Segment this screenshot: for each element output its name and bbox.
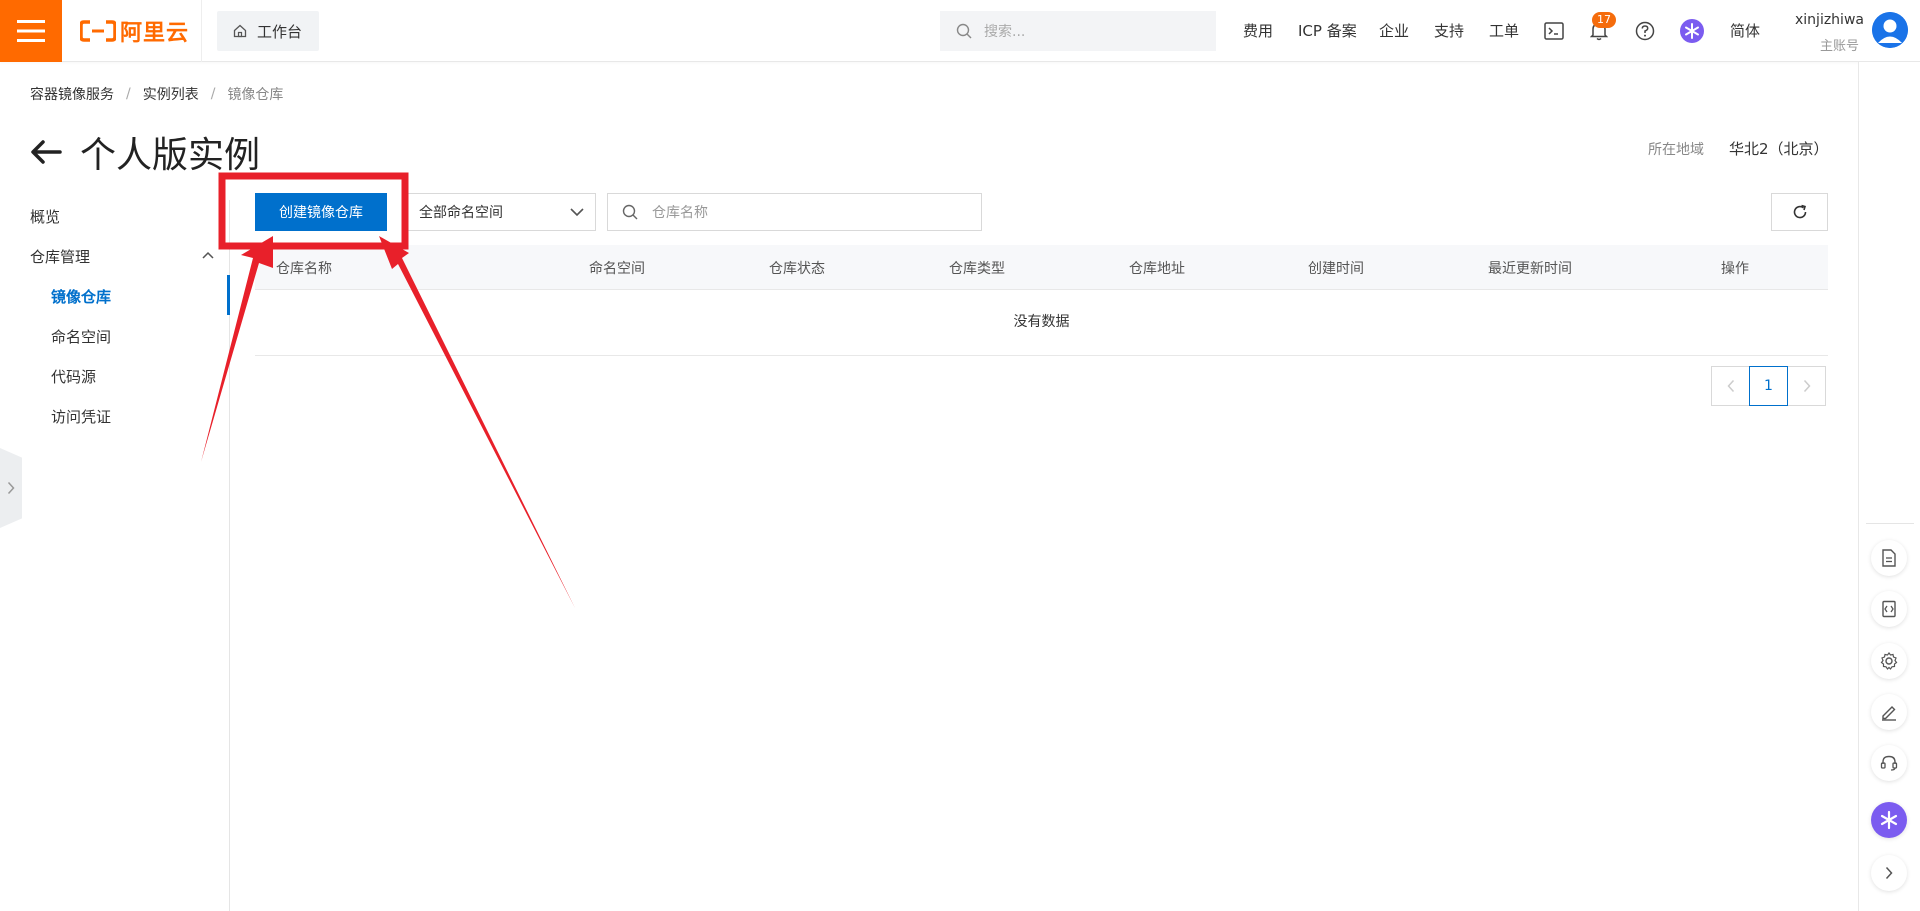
column-header-created-time: 创建时间 bbox=[1308, 261, 1364, 277]
ai-assistant-icon bbox=[1680, 19, 1704, 43]
sidebar-group-repo-management[interactable]: 仓库管理 bbox=[30, 246, 90, 267]
table-empty-state: 没有数据 bbox=[255, 290, 1828, 356]
chevron-left-icon bbox=[1726, 379, 1734, 393]
page-title: 个人版实例 bbox=[80, 135, 261, 176]
dock-collapse-button[interactable] bbox=[1871, 855, 1907, 891]
column-header-repo-type: 仓库类型 bbox=[949, 261, 1005, 277]
home-icon bbox=[233, 24, 247, 38]
breadcrumb-item-instance-list[interactable]: 实例列表 bbox=[143, 84, 199, 104]
repo-search-placeholder: 仓库名称 bbox=[652, 205, 708, 221]
aliyun-logo-icon bbox=[80, 20, 116, 42]
page-title-area: 个人版实例 bbox=[30, 126, 260, 178]
notification-count-badge: 17 bbox=[1592, 12, 1616, 28]
column-header-repo-status: 仓库状态 bbox=[769, 261, 825, 277]
column-header-actions: 操作 bbox=[1721, 261, 1749, 277]
dock-api-button[interactable] bbox=[1871, 591, 1907, 627]
chevron-down-icon bbox=[570, 208, 584, 217]
chevron-right-icon bbox=[7, 481, 15, 495]
workbench-button[interactable]: 工作台 bbox=[217, 11, 319, 51]
sidebar-item-access-credential[interactable]: 访问凭证 bbox=[51, 406, 111, 427]
back-arrow-icon[interactable] bbox=[30, 139, 62, 165]
namespace-select-value: 全部命名空间 bbox=[419, 205, 503, 221]
sidebar-item-overview[interactable]: 概览 bbox=[30, 206, 60, 227]
chevron-right-icon bbox=[1803, 379, 1811, 393]
breadcrumb-item-current: 镜像仓库 bbox=[227, 87, 284, 103]
chevron-up-icon[interactable] bbox=[201, 250, 215, 260]
column-header-namespace: 命名空间 bbox=[589, 261, 645, 277]
region-value[interactable]: 华北2（北京） bbox=[1729, 138, 1829, 159]
top-navigation-bar: 阿里云 工作台 搜索... 费用 ICP 备案 企业 支持 工单 17 简体 x… bbox=[0, 0, 1920, 62]
breadcrumb-separator: / bbox=[210, 86, 216, 102]
user-avatar-icon bbox=[1872, 12, 1908, 48]
region-label: 所在地域 bbox=[1648, 142, 1704, 158]
nav-ticket-link[interactable]: 工单 bbox=[1489, 20, 1519, 41]
sidebar-item-namespace[interactable]: 命名空间 bbox=[51, 326, 111, 347]
breadcrumb-item-registry-service[interactable]: 容器镜像服务 bbox=[30, 84, 114, 104]
namespace-select[interactable]: 全部命名空间 bbox=[406, 193, 596, 231]
dock-settings-button[interactable] bbox=[1871, 643, 1907, 679]
account-type-label: 主账号 bbox=[1819, 39, 1859, 54]
repo-name-search-input[interactable]: 仓库名称 bbox=[607, 193, 982, 231]
right-tool-dock bbox=[1858, 62, 1920, 911]
nav-enterprise-link[interactable]: 企业 bbox=[1379, 20, 1409, 41]
document-icon bbox=[1882, 549, 1896, 567]
hamburger-menu-button[interactable] bbox=[0, 0, 62, 62]
sidebar-active-indicator bbox=[227, 275, 230, 315]
refresh-icon bbox=[1793, 204, 1806, 219]
dock-customer-service-button[interactable] bbox=[1871, 745, 1907, 781]
api-icon bbox=[1882, 600, 1896, 618]
dock-edit-button[interactable] bbox=[1871, 694, 1907, 730]
annotation-overlay bbox=[201, 172, 575, 608]
search-icon bbox=[956, 23, 972, 39]
language-switch[interactable]: 简体 bbox=[1730, 20, 1760, 41]
nav-support-link[interactable]: 支持 bbox=[1434, 20, 1464, 41]
sidebar-expand-handle[interactable] bbox=[0, 448, 22, 528]
cloud-shell-button[interactable] bbox=[1542, 19, 1566, 43]
headset-icon bbox=[1880, 755, 1898, 771]
logo-text: 阿里云 bbox=[120, 21, 190, 46]
ai-assistant-icon bbox=[1880, 810, 1898, 830]
pagination: 1 bbox=[1711, 366, 1826, 406]
ai-assistant-button[interactable] bbox=[1680, 19, 1704, 43]
chevron-right-icon bbox=[1885, 866, 1893, 880]
dock-document-button[interactable] bbox=[1871, 540, 1907, 576]
help-icon bbox=[1635, 21, 1655, 41]
nav-fees-link[interactable]: 费用 bbox=[1243, 20, 1273, 41]
nav-icp-link[interactable]: ICP 备案 bbox=[1298, 20, 1357, 41]
aliyun-logo[interactable]: 阿里云 bbox=[80, 18, 190, 46]
pagination-next-button[interactable] bbox=[1787, 366, 1826, 406]
refresh-button[interactable] bbox=[1771, 193, 1828, 231]
user-name[interactable]: xinjizhiwa bbox=[1795, 12, 1864, 28]
menu-icon bbox=[17, 20, 45, 42]
pagination-page-1[interactable]: 1 bbox=[1749, 366, 1788, 406]
pagination-prev-button[interactable] bbox=[1711, 366, 1750, 406]
column-header-repo-address: 仓库地址 bbox=[1129, 261, 1185, 277]
user-avatar[interactable] bbox=[1872, 12, 1908, 48]
sidebar-item-image-repo[interactable]: 镜像仓库 bbox=[51, 286, 111, 307]
breadcrumb: 容器镜像服务 / 实例列表 / 镜像仓库 bbox=[30, 84, 283, 104]
gear-icon bbox=[1880, 652, 1898, 670]
workbench-label: 工作台 bbox=[257, 22, 303, 41]
header-divider bbox=[201, 0, 202, 62]
sidebar-item-code-source[interactable]: 代码源 bbox=[51, 366, 96, 387]
search-icon bbox=[622, 204, 638, 220]
global-search-placeholder: 搜索... bbox=[984, 24, 1026, 40]
terminal-icon bbox=[1544, 22, 1564, 40]
help-button[interactable] bbox=[1633, 19, 1657, 43]
edit-icon bbox=[1882, 706, 1896, 721]
table-header: 仓库名称 命名空间 仓库状态 仓库类型 仓库地址 创建时间 最近更新时间 操作 bbox=[255, 245, 1828, 290]
dock-divider bbox=[1866, 523, 1914, 524]
breadcrumb-separator: / bbox=[126, 86, 131, 102]
create-image-repo-button[interactable]: 创建镜像仓库 bbox=[255, 193, 387, 231]
column-header-repo-name: 仓库名称 bbox=[276, 261, 332, 277]
column-header-updated-time: 最近更新时间 bbox=[1488, 261, 1572, 277]
global-search-input[interactable]: 搜索... bbox=[940, 11, 1216, 51]
dock-ai-assistant-button[interactable] bbox=[1871, 802, 1907, 838]
